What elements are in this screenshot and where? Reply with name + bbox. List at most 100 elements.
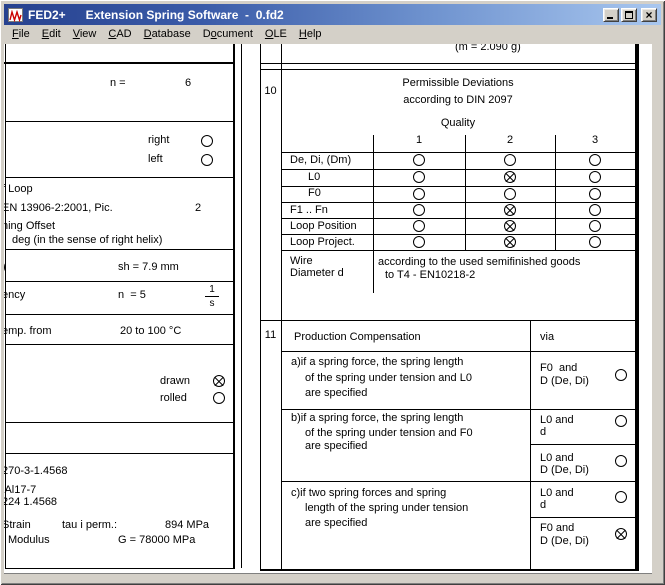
fraction-denominator: s (202, 297, 222, 309)
border-line (5, 177, 233, 178)
quality-label: Quality (281, 117, 635, 130)
deviations-subtitle: according to DIN 2097 (281, 94, 635, 107)
row-label-loop-project: Loop Project. (290, 236, 355, 249)
border-line (281, 409, 635, 410)
maximize-icon (625, 11, 633, 19)
radio-dedidm-q3 (589, 154, 601, 166)
border-line (281, 234, 635, 235)
radio-l0-q3 (589, 171, 601, 183)
sh-value: sh = 7.9 mm (118, 261, 179, 274)
border-line (5, 422, 233, 423)
border-line (260, 320, 639, 321)
frequency-value: n = 5 (118, 289, 146, 302)
radio-loop-project-q3 (589, 236, 601, 248)
border-line (233, 44, 235, 568)
bottom-strip (4, 573, 652, 581)
radio-loop-project-q2 (504, 236, 516, 248)
menu-bar: File Edit View CAD Database Document OLE… (4, 25, 661, 43)
case-c-line1: c)if two spring forces and spring (291, 487, 446, 500)
border-line (530, 517, 635, 518)
border-line (281, 250, 635, 251)
coils-value: 6 (185, 77, 191, 90)
radio-direction-left (201, 154, 213, 166)
menu-help[interactable]: Help (293, 26, 328, 42)
wire-text-2: to T4 - EN10218-2 (385, 269, 475, 282)
menu-document[interactable]: Document (197, 26, 259, 42)
loop-line1: f Loop (4, 183, 33, 196)
modulus-value: G = 78000 MPa (118, 534, 195, 547)
border-line (5, 314, 233, 315)
loop-line2-value: 2 (195, 202, 201, 215)
case-c-opt2-line2: D (De, Di) (540, 535, 589, 548)
quality-col-1: 1 (373, 134, 465, 147)
border-line (281, 351, 635, 352)
radio-loop-position-q2 (504, 220, 516, 232)
border-line (465, 135, 466, 250)
wire-label-2: Diameter d (290, 267, 344, 280)
menu-view[interactable]: View (67, 26, 103, 42)
border-line (260, 63, 639, 64)
case-a-line3: are specified (305, 387, 367, 400)
direction-right-label: right (148, 134, 169, 147)
radio-l0-q1 (413, 171, 425, 183)
radio-case-c-opt1 (615, 491, 627, 503)
case-b-opt1-line2: d (540, 426, 546, 439)
sh-prefix: ) (4, 261, 6, 274)
minimize-button[interactable] (603, 8, 619, 22)
border-line (5, 568, 235, 569)
row-label-l0: L0 (308, 171, 320, 184)
radio-dedidm-q2 (504, 154, 516, 166)
app-icon[interactable] (8, 8, 23, 22)
close-button[interactable]: × (641, 8, 657, 22)
close-icon: × (642, 8, 656, 22)
menu-file[interactable]: File (6, 26, 36, 42)
border-line (4, 62, 235, 64)
radio-f0-q1 (413, 188, 425, 200)
border-line (530, 444, 635, 445)
border-line (281, 481, 635, 482)
border-line (635, 44, 639, 571)
radio-case-a-opt1 (615, 369, 627, 381)
border-line (260, 69, 639, 70)
border-line (5, 249, 233, 250)
menu-edit[interactable]: Edit (36, 26, 67, 42)
strain-value: 894 MPa (165, 519, 209, 532)
row-label-dedidm: De, Di, (Dm) (290, 154, 351, 167)
frequency-unit-fraction: 1 s (202, 284, 222, 309)
border-line (373, 135, 374, 293)
direction-left-label: left (148, 153, 163, 166)
radio-f0-q3 (589, 188, 601, 200)
temperature-value: 20 to 100 °C (120, 325, 181, 338)
title-bar[interactable]: FED2+ Extension Spring Software - 0.fd2 … (4, 4, 661, 25)
rolled-label: rolled (160, 392, 187, 405)
radio-dedidm-q1 (413, 154, 425, 166)
menu-cad[interactable]: CAD (102, 26, 137, 42)
menu-ole[interactable]: OLE (259, 26, 293, 42)
case-b-line1: b)if a spring force, the spring length (291, 412, 463, 425)
menu-database[interactable]: Database (138, 26, 197, 42)
border-line (5, 121, 233, 122)
window-title: FED2+ Extension Spring Software - 0.fd2 (28, 8, 603, 22)
material-line3: 224 1.4568 (4, 496, 57, 509)
production-compensation-title: Production Compensation (294, 331, 421, 344)
border-line (5, 344, 233, 345)
border-line (281, 202, 635, 203)
case-c-opt1-line2: d (540, 499, 546, 512)
radio-f1fn-q1 (413, 204, 425, 216)
maximize-button[interactable] (621, 8, 637, 22)
case-b-line3: are specified (305, 440, 367, 453)
section10-number: 10 (260, 85, 281, 98)
border-line (555, 135, 556, 250)
radio-loop-position-q3 (589, 220, 601, 232)
strain-label: Strain (4, 519, 31, 532)
modulus-label: Modulus (8, 534, 50, 547)
radio-case-b-opt1 (615, 415, 627, 427)
window-buttons: × (603, 8, 657, 22)
radio-direction-right (201, 135, 213, 147)
app-window: FED2+ Extension Spring Software - 0.fd2 … (0, 0, 665, 585)
quality-col-2: 2 (465, 134, 555, 147)
loop-line2: EN 13906-2:2001, Pic. (4, 202, 113, 215)
loop-line4: deg (in the sense of right helix) (12, 234, 162, 247)
border-line (281, 186, 635, 187)
case-c-opt2-line1: F0 and (540, 522, 574, 535)
